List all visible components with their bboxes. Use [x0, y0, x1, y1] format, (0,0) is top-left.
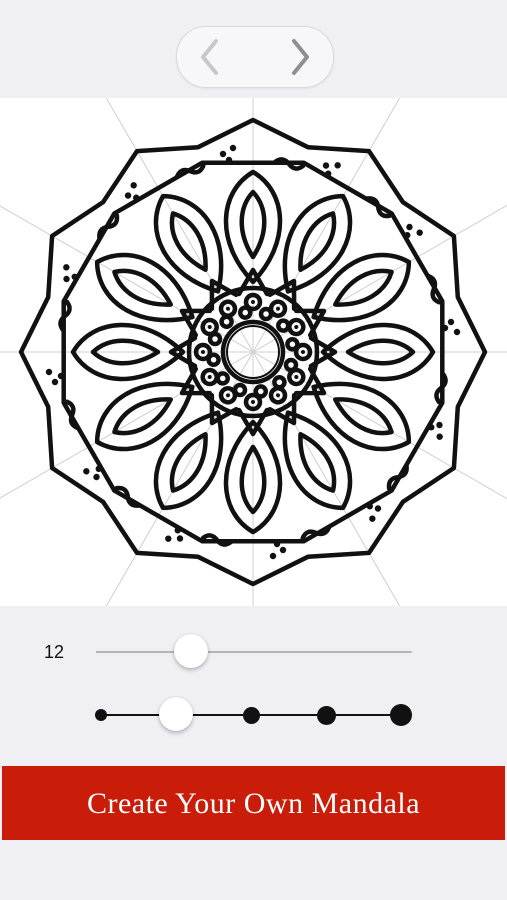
symmetry-count-label: 12 — [44, 642, 65, 662]
chevron-left-icon — [201, 39, 218, 75]
previous-mandala-button[interactable] — [189, 36, 233, 78]
mandala-artwork — [0, 98, 507, 606]
stroke-width-option[interactable] — [242, 706, 260, 724]
drawing-canvas[interactable] — [0, 98, 507, 606]
next-mandala-button[interactable] — [277, 36, 321, 78]
stroke-width-option[interactable] — [390, 704, 412, 726]
mandala-navigation — [176, 26, 334, 88]
chevron-right-icon — [292, 39, 309, 75]
symmetry-slider-thumb[interactable] — [173, 634, 208, 668]
stroke-width-option[interactable] — [316, 705, 336, 725]
create-your-own-mandala-button[interactable]: Create Your Own Mandala — [2, 766, 505, 840]
symmetry-slider-track[interactable] — [96, 651, 412, 653]
stroke-width-thumb[interactable] — [159, 697, 193, 731]
stroke-width-option[interactable] — [95, 709, 107, 721]
